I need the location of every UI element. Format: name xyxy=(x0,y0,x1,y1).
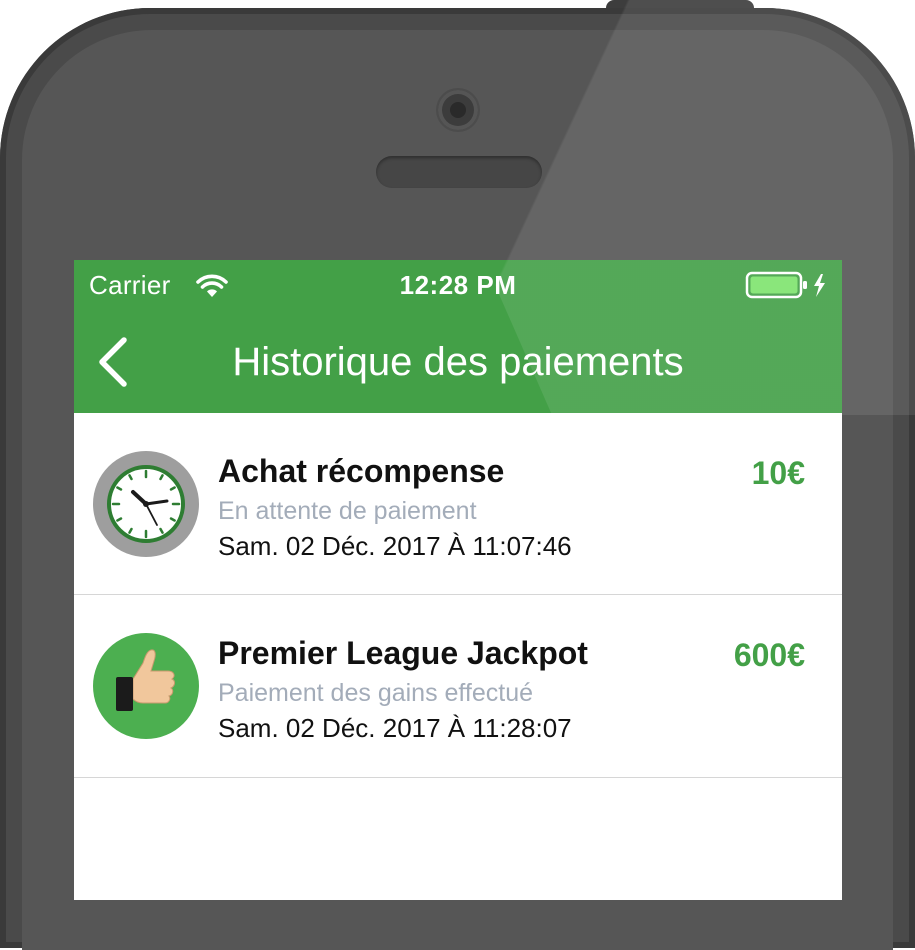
battery-charging-icon xyxy=(745,271,825,299)
payment-amount: 10€ xyxy=(751,455,805,491)
thumbs-up-icon xyxy=(93,633,199,739)
payment-date: Sam. 02 Déc. 2017 À 11:28:07 xyxy=(218,713,572,743)
payment-row[interactable]: Premier League Jackpot Paiement des gain… xyxy=(74,595,842,778)
payment-status: Paiement des gains effectué xyxy=(218,679,534,707)
payment-list: Achat récompense En attente de paiement … xyxy=(74,413,842,778)
payment-row[interactable]: Achat récompense En attente de paiement … xyxy=(74,413,842,595)
clock-time: 12:28 PM xyxy=(399,270,517,300)
payment-date: Sam. 02 Déc. 2017 À 11:07:46 xyxy=(218,531,572,561)
screen: Carrier 12:28 PM Historique des paiement… xyxy=(74,260,842,900)
navigation-bar: Carrier 12:28 PM Historique des paiement… xyxy=(74,260,842,413)
status-bar: Carrier 12:28 PM xyxy=(74,260,842,310)
payment-status: En attente de paiement xyxy=(218,497,477,525)
clock-icon xyxy=(93,451,199,557)
payment-amount: 600€ xyxy=(733,637,805,673)
page-title: Historique des paiements xyxy=(232,340,684,384)
earpiece-speaker xyxy=(376,156,542,188)
front-camera xyxy=(438,90,478,130)
payment-title: Achat récompense xyxy=(218,453,505,489)
payment-title: Premier League Jackpot xyxy=(218,635,588,671)
